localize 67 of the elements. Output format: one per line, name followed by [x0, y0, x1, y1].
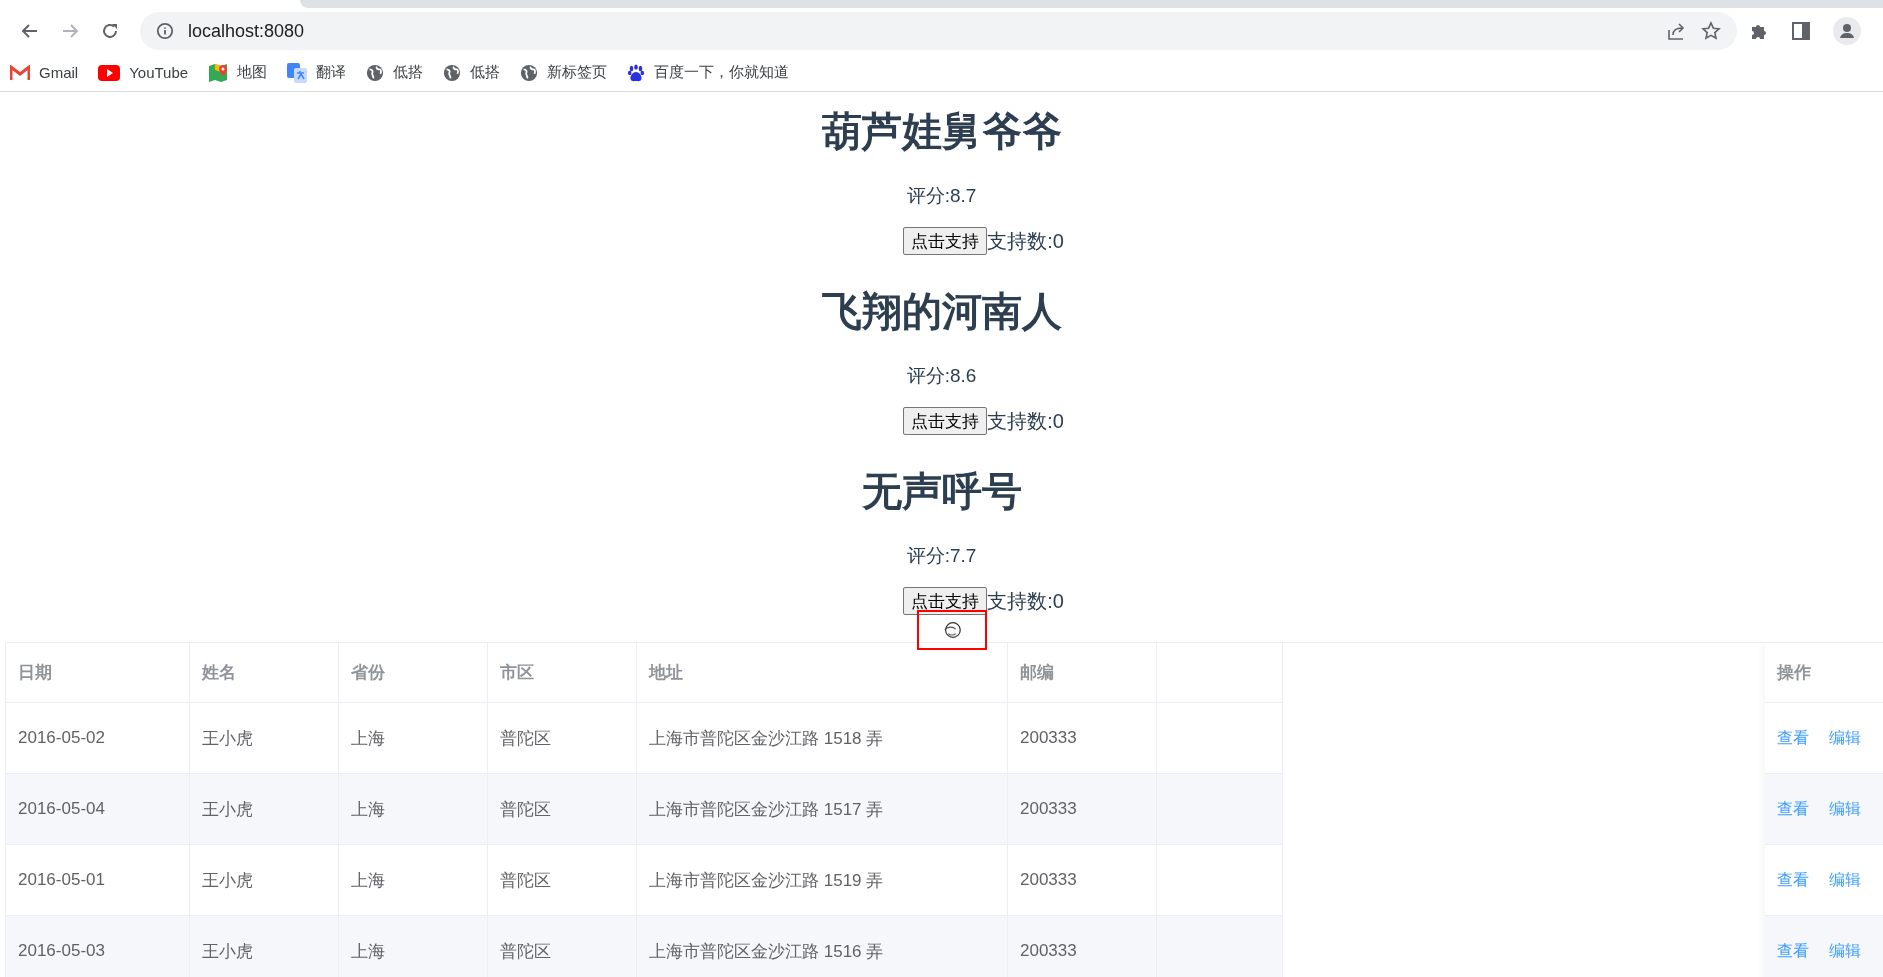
- table-cell: 上海市普陀区金沙江路 1519 弄: [637, 845, 1008, 915]
- info-icon[interactable]: [156, 22, 174, 40]
- column-header: 姓名: [190, 643, 339, 702]
- globe-icon: [520, 63, 539, 82]
- support-count: 支持数:0: [987, 228, 1064, 254]
- column-header: 邮编: [1008, 643, 1157, 702]
- table-cell: 200333: [1008, 845, 1157, 915]
- bookmark[interactable]: 新标签页: [520, 63, 608, 82]
- table-cell: 王小虎: [190, 774, 339, 844]
- side-panel-icon[interactable]: [1791, 21, 1811, 41]
- bookmark[interactable]: 低搭: [443, 63, 501, 82]
- movie-title: 无声呼号: [861, 468, 1022, 515]
- table-cell: 普陀区: [488, 774, 637, 844]
- support-count: 支持数:0: [987, 408, 1064, 434]
- table-cell: 上海: [339, 845, 488, 915]
- rating-text: 评分:8.7: [906, 184, 977, 208]
- address-bar[interactable]: localhost:8080: [140, 12, 1737, 50]
- bookmark[interactable]: YouTube: [98, 64, 189, 81]
- table-cell: 王小虎: [190, 845, 339, 915]
- column-header: 地址: [637, 643, 1008, 702]
- share-icon[interactable]: [1667, 21, 1687, 41]
- busy-cursor-icon: [941, 619, 963, 641]
- table-cell: 普陀区: [488, 916, 637, 977]
- rating-text: 评分:7.7: [906, 544, 977, 568]
- table-cell: 上海: [339, 916, 488, 977]
- table-cell: 2016-05-02: [5, 703, 190, 773]
- support-button[interactable]: 点击支持: [903, 227, 988, 255]
- paw-icon: [627, 63, 646, 82]
- bookmark[interactable]: 百度一下，你就知道: [627, 63, 790, 82]
- table-cell: 上海: [339, 703, 488, 773]
- translate-icon: [287, 62, 308, 83]
- column-header: 省份: [339, 643, 488, 702]
- globe-icon: [366, 63, 385, 82]
- table-cell: 200333: [1008, 916, 1157, 977]
- table-cell: 上海市普陀区金沙江路 1517 弄: [637, 774, 1008, 844]
- support-button[interactable]: 点击支持: [903, 587, 988, 615]
- table-cell: 200333: [1008, 774, 1157, 844]
- profile-icon[interactable]: [1833, 17, 1861, 45]
- column-header: 操作: [1777, 662, 1811, 684]
- table-cell: 2016-05-04: [5, 774, 190, 844]
- table-cell: 上海: [339, 774, 488, 844]
- table-cell: 上海市普陀区金沙江路 1518 弄: [637, 703, 1008, 773]
- support-count: 支持数:0: [987, 588, 1064, 614]
- rating-text: 评分:8.6: [906, 364, 977, 388]
- globe-icon: [443, 63, 462, 82]
- map-pin-icon: [208, 62, 229, 83]
- url-text: localhost:8080: [188, 20, 306, 42]
- table-cell: 上海市普陀区金沙江路 1516 弄: [637, 916, 1008, 977]
- table-cell: 王小虎: [190, 916, 339, 977]
- table-cell: 王小虎: [190, 703, 339, 773]
- mail-icon: [10, 64, 30, 81]
- movie-title: 葫芦娃舅爷爷: [821, 108, 1062, 155]
- bookmark[interactable]: 地图: [208, 62, 268, 83]
- table-cell: 2016-05-03: [5, 916, 190, 977]
- bookmark[interactable]: Gmail: [10, 64, 79, 81]
- support-button[interactable]: 点击支持: [903, 407, 988, 435]
- table-cell: 2016-05-01: [5, 845, 190, 915]
- movie-title: 飞翔的河南人: [821, 288, 1062, 335]
- table-cell: 200333: [1008, 703, 1157, 773]
- column-header: 日期: [5, 643, 190, 702]
- table-cell: 普陀区: [488, 845, 637, 915]
- star-icon[interactable]: [1701, 21, 1721, 41]
- table-cell: 普陀区: [488, 703, 637, 773]
- bookmark[interactable]: 翻译: [287, 62, 347, 83]
- column-header: 市区: [488, 643, 637, 702]
- bookmark[interactable]: 低搭: [366, 63, 424, 82]
- play-icon: [98, 64, 121, 81]
